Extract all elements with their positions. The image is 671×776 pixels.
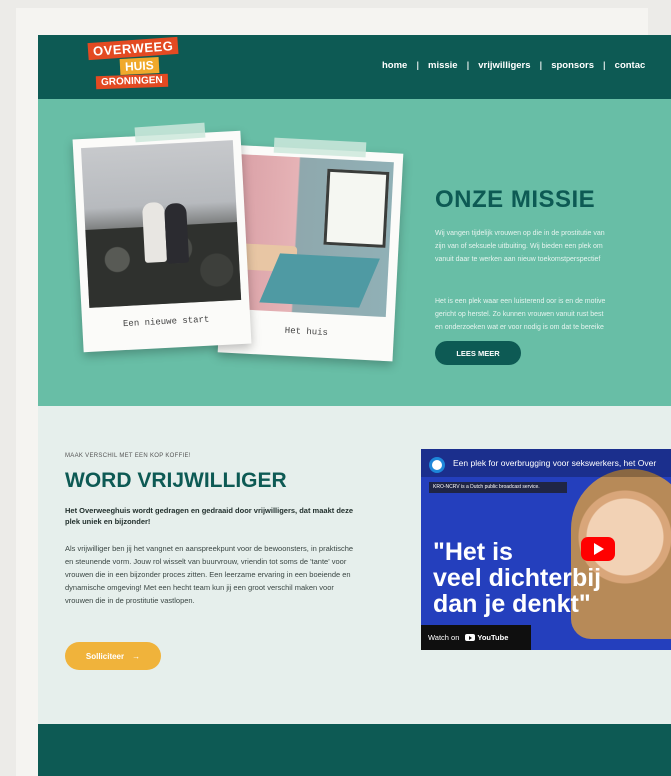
youtube-logo-icon: YouTube <box>465 633 508 642</box>
nav-separator: | <box>602 60 606 71</box>
overlay-line: "Het is <box>433 538 513 566</box>
volunteer-body: Als vrijwilliger ben jij het vangnet en … <box>65 544 354 605</box>
person-shape <box>141 201 168 263</box>
arrow-right-icon: → <box>132 651 141 661</box>
photo-living-room <box>227 153 394 318</box>
web-page: OVERWEEG HUIS GRONINGEN home | missie | … <box>38 35 671 776</box>
nav-missie[interactable]: missie <box>428 60 458 71</box>
mission-section: Een nieuwe start Het huis ONZE MISSIE Wi… <box>38 99 671 406</box>
logo-line-3: GRONINGEN <box>95 73 168 90</box>
overlay-line: dan je denkt" <box>433 590 591 618</box>
button-label: Solliciteer <box>85 651 125 661</box>
nav-separator: | <box>416 60 420 71</box>
watch-on-youtube-button[interactable]: Watch on YouTube <box>421 625 531 650</box>
photo-caption: Een nieuwe start <box>122 314 210 330</box>
youtube-video-embed[interactable]: Een plek for overbrugging voor sekswerke… <box>421 449 671 650</box>
text-line: vanuit daar te werken aan nieuw toekomst… <box>435 256 601 263</box>
broadcaster-notice: KRO-NCRV is a Dutch public broadcast ser… <box>429 482 567 493</box>
solliciteer-button[interactable]: Solliciteer → <box>65 642 161 670</box>
site-logo[interactable]: OVERWEEG HUIS GRONINGEN <box>86 36 218 95</box>
text-line: Wij vangen tijdelijk vrouwen op die in d… <box>435 230 605 237</box>
polaroid-photo-start: Een nieuwe start <box>72 130 252 353</box>
volunteer-lead: Het Overweeghuis wordt gedragen en gedra… <box>65 506 353 526</box>
watch-on-label: Watch on <box>428 633 460 642</box>
nav-contact[interactable]: contac <box>615 60 646 71</box>
nav-vrijwilligers[interactable]: vrijwilligers <box>478 60 530 71</box>
person-shape <box>164 202 190 264</box>
photo-people-on-rocks <box>81 140 242 308</box>
play-button-icon[interactable] <box>581 537 615 561</box>
volunteer-section: MAAK VERSCHIL MET EEN KOP KOFFIE! WORD V… <box>38 406 671 724</box>
section-eyebrow: MAAK VERSCHIL MET EEN KOP KOFFIE! <box>65 453 191 459</box>
volunteer-title: WORD VRIJWILLIGER <box>65 469 287 492</box>
nav-home[interactable]: home <box>382 60 407 71</box>
rug-shape <box>259 253 380 308</box>
mission-title: ONZE MISSIE <box>435 186 596 213</box>
mission-paragraph-2: Het is een plek waar een luisterend oor … <box>435 295 671 334</box>
logo-line-1: OVERWEEG <box>87 36 179 61</box>
text-line: gericht op herstel. Zo kunnen vrouwen va… <box>435 311 604 318</box>
main-nav: home | missie | vrijwilligers | sponsors… <box>382 60 645 71</box>
text-line: zijn van of seksuele uitbuiting. Wij bie… <box>435 243 603 250</box>
lees-meer-button[interactable]: LEES MEER <box>435 341 521 365</box>
logo-line-2: HUIS <box>119 56 160 76</box>
text-line: Het is een plek waar een luisterend oor … <box>435 298 606 305</box>
mission-paragraph-1: Wij vangen tijdelijk vrouwen op die in d… <box>435 227 671 266</box>
nav-separator: | <box>466 60 470 71</box>
nav-separator: | <box>539 60 543 71</box>
nav-sponsors[interactable]: sponsors <box>551 60 594 71</box>
window-shape <box>323 168 390 248</box>
video-overlay-text: "Het is veel dichterbij dan je denkt" <box>433 539 601 617</box>
video-title[interactable]: Een plek for overbrugging voor sekswerke… <box>453 458 671 468</box>
text-line: en onderzoeken wat er voor nodig is om d… <box>435 324 604 331</box>
overlay-line: veel dichterbij <box>433 564 602 592</box>
channel-avatar-icon[interactable] <box>429 457 445 473</box>
site-footer <box>38 724 671 776</box>
site-header: OVERWEEG HUIS GRONINGEN home | missie | … <box>38 35 671 99</box>
